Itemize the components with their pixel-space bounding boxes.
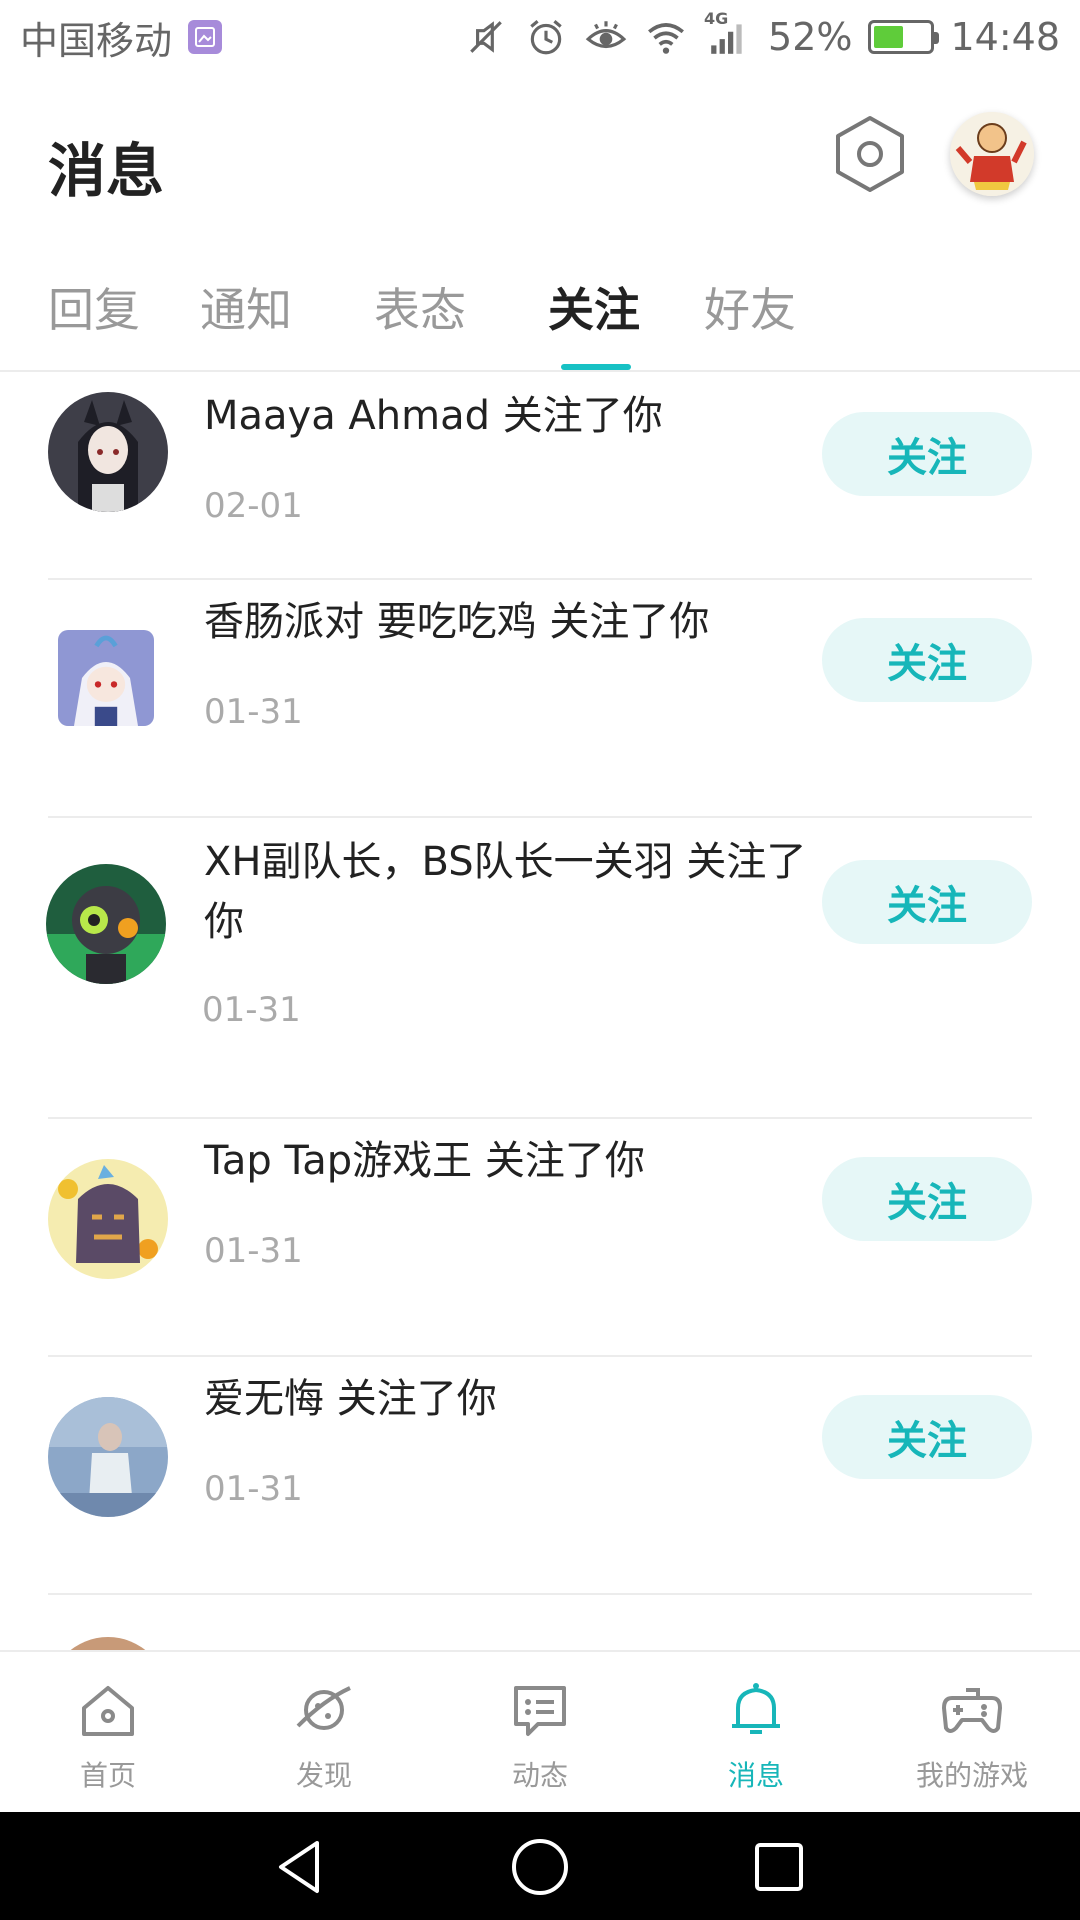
list-item[interactable]	[0, 1595, 1080, 1650]
follow-message: 爱无悔 关注了你	[204, 1376, 497, 1422]
follow-date: 01-31	[204, 692, 303, 732]
chat-icon	[514, 1686, 566, 1736]
nav-label: 消息	[727, 1759, 784, 1792]
avatar[interactable]	[58, 630, 154, 726]
nav-discover[interactable]: 发现	[216, 1652, 432, 1812]
message-tabs: 回复 通知 表态 关注 好友	[0, 244, 1080, 372]
tab-friends[interactable]: 好友	[704, 274, 796, 340]
follow-list: Maaya Ahmad 关注了你 02-01 关注 香肠派对 要吃吃鸡 关注了你…	[0, 374, 1080, 1650]
settings-button[interactable]	[830, 114, 910, 194]
follow-date: 01-31	[204, 1469, 303, 1509]
tab-follows[interactable]: 关注	[548, 274, 640, 340]
header: 消息	[0, 74, 1080, 244]
gallery-notification-icon	[188, 20, 223, 54]
follow-message: Maaya Ahmad 关注了你	[204, 393, 663, 439]
recents-square-icon	[755, 1843, 803, 1891]
wifi-icon	[644, 15, 688, 59]
avatar[interactable]	[46, 864, 166, 984]
back-button[interactable]	[268, 1834, 334, 1900]
nav-label: 动态	[511, 1759, 568, 1792]
tab-reactions[interactable]: 表态	[374, 274, 466, 340]
avatar[interactable]	[48, 392, 168, 512]
gamepad-icon	[942, 1688, 1002, 1733]
follow-message: 香肠派对 要吃吃鸡 关注了你	[204, 599, 710, 645]
home-circle-icon	[512, 1839, 568, 1895]
bell-icon	[732, 1683, 780, 1734]
nav-feed[interactable]: 动态	[432, 1652, 648, 1812]
follow-back-button[interactable]: 关注	[822, 860, 1032, 944]
planet-icon	[296, 1686, 351, 1730]
bottom-navigation: 首页 发现 动态 消息 我的游戏	[0, 1650, 1080, 1812]
list-item[interactable]: 香肠派对 要吃吃鸡 关注了你 01-31 关注	[0, 580, 1080, 818]
follow-back-button[interactable]: 关注	[822, 1157, 1032, 1241]
follow-message: XH副队长，BS队长一关羽 关注了你	[204, 839, 807, 945]
mute-icon	[464, 15, 508, 59]
home-system-button[interactable]	[507, 1834, 573, 1900]
follow-back-button[interactable]: 关注	[822, 412, 1032, 496]
page-title: 消息	[48, 137, 165, 205]
back-triangle-icon	[279, 1841, 319, 1893]
network-type-label: 4G	[704, 9, 729, 28]
list-item[interactable]: XH副队长，BS队长一关羽 关注了你 01-31 关注	[0, 818, 1080, 1119]
battery-percent: 52%	[768, 15, 853, 59]
list-item[interactable]: 爱无悔 关注了你 01-31 关注	[0, 1357, 1080, 1595]
follow-date: 02-01	[204, 486, 303, 526]
user-avatar[interactable]	[950, 112, 1034, 196]
tab-notifications[interactable]: 通知	[200, 274, 292, 340]
status-bar: 中国移动 4G 52% 14:48	[0, 0, 1080, 74]
avatar[interactable]	[48, 1637, 168, 1650]
hexagon-settings-icon	[836, 116, 904, 192]
signal-icon: 4G	[704, 9, 752, 59]
list-item[interactable]: Maaya Ahmad 关注了你 02-01 关注	[0, 374, 1080, 580]
battery-icon	[868, 20, 940, 54]
active-tab-indicator	[561, 364, 631, 370]
nav-label: 发现	[295, 1759, 352, 1792]
recents-button[interactable]	[746, 1834, 812, 1900]
tab-reply[interactable]: 回复	[48, 274, 140, 340]
follow-date: 01-31	[202, 990, 301, 1030]
follow-back-button[interactable]: 关注	[822, 1395, 1032, 1479]
nav-home[interactable]: 首页	[0, 1652, 216, 1812]
nav-label: 首页	[79, 1759, 136, 1792]
list-item[interactable]: Tap Tap游戏王 关注了你 01-31 关注	[0, 1119, 1080, 1357]
nav-label: 我的游戏	[915, 1759, 1028, 1792]
nav-messages[interactable]: 消息	[648, 1652, 864, 1812]
eye-comfort-icon	[584, 15, 628, 59]
nav-my-games[interactable]: 我的游戏	[864, 1652, 1080, 1812]
home-icon	[82, 1686, 134, 1736]
system-navigation-bar	[0, 1812, 1080, 1920]
carrier-label: 中国移动	[20, 18, 173, 63]
clock: 14:48	[950, 15, 1060, 59]
follow-back-button[interactable]: 关注	[822, 618, 1032, 702]
avatar[interactable]	[48, 1159, 168, 1279]
follow-date: 01-31	[204, 1231, 303, 1271]
avatar[interactable]	[48, 1397, 168, 1517]
follow-message: Tap Tap游戏王 关注了你	[204, 1138, 645, 1184]
alarm-icon	[524, 15, 568, 59]
